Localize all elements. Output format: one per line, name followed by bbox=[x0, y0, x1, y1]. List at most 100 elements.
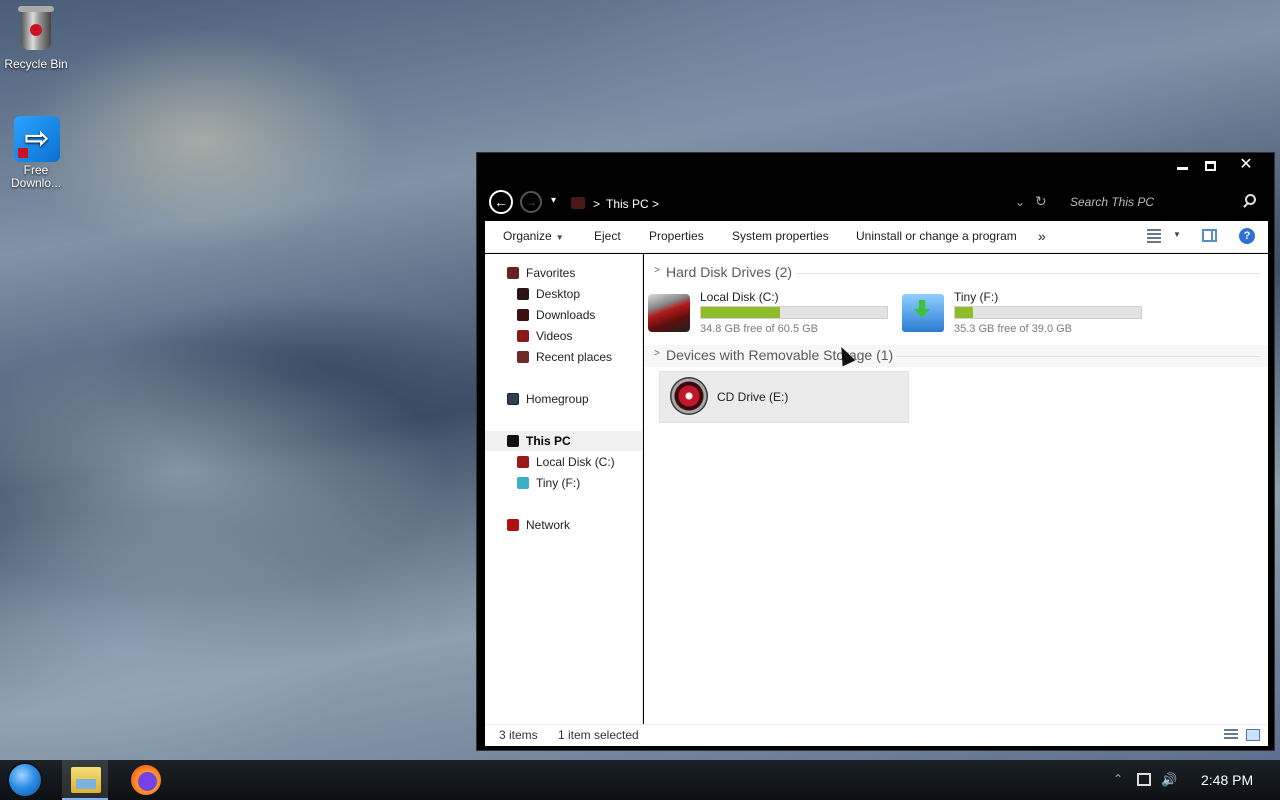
cd-drive-icon bbox=[670, 377, 708, 415]
hard-disk-icon bbox=[648, 294, 690, 332]
downloads-folder-icon bbox=[517, 309, 529, 321]
file-explorer-icon bbox=[71, 767, 101, 793]
desktop-icon-recycle-bin[interactable]: Recycle Bin bbox=[0, 6, 72, 71]
drive-cd-e[interactable]: CD Drive (E:) bbox=[659, 371, 909, 423]
nav-item-local-disk-c[interactable]: Local Disk (C:) bbox=[485, 452, 642, 472]
refresh-button[interactable]: ↻ bbox=[1035, 193, 1047, 210]
address-history-button[interactable]: ⌄ bbox=[1015, 195, 1025, 209]
desktop-icon-free-download-manager[interactable]: ⇨ Free Downlo... bbox=[0, 116, 72, 190]
command-bar: Organize ▼ Eject Properties System proper… bbox=[485, 221, 1268, 253]
preview-pane-icon[interactable] bbox=[1202, 229, 1217, 242]
status-bar: 3 items 1 item selected bbox=[485, 724, 1268, 746]
nav-item-label: This PC bbox=[526, 434, 571, 448]
title-bar[interactable]: ✕ bbox=[477, 153, 1274, 177]
taskbar: ⌃ 🔊 2:48 PM bbox=[0, 760, 1280, 800]
eject-button[interactable]: Eject bbox=[594, 221, 621, 253]
nav-item-videos[interactable]: Videos bbox=[485, 326, 642, 346]
usb-drive-icon bbox=[902, 294, 944, 332]
help-icon[interactable]: ? bbox=[1239, 228, 1255, 244]
search-icon[interactable] bbox=[1245, 194, 1256, 205]
system-properties-button[interactable]: System properties bbox=[732, 221, 829, 253]
recycle-bin-label: Recycle Bin bbox=[4, 57, 68, 71]
nav-item-label: Network bbox=[526, 518, 571, 532]
back-button[interactable]: ← bbox=[489, 190, 513, 214]
computer-icon bbox=[571, 197, 585, 209]
close-button[interactable]: ✕ bbox=[1231, 155, 1261, 175]
clock[interactable]: 2:48 PM bbox=[1201, 772, 1253, 788]
nav-item-label: Favorites bbox=[526, 266, 576, 280]
desktop-folder-icon bbox=[517, 288, 529, 300]
forward-arrow-icon: → bbox=[525, 195, 537, 209]
maximize-icon bbox=[1204, 161, 1216, 172]
group-header-hard-disk-drives[interactable]: > Hard Disk Drives (2) bbox=[644, 262, 1268, 284]
organize-button[interactable]: Organize ▼ bbox=[503, 221, 564, 253]
close-icon: ✕ bbox=[1239, 156, 1253, 173]
change-view-icon[interactable] bbox=[1147, 229, 1161, 243]
item-count: 3 items bbox=[499, 728, 538, 742]
chevron-down-icon: ⌄ bbox=[1015, 195, 1026, 209]
drive-local-disk-c[interactable]: Local Disk (C:) 34.8 GB free of 60.5 GB bbox=[644, 290, 894, 340]
videos-folder-icon bbox=[517, 330, 529, 342]
nav-item-this-pc[interactable]: This PC bbox=[485, 431, 642, 451]
nav-item-label: Homegroup bbox=[526, 392, 589, 406]
drive-tiny-f[interactable]: Tiny (F:) 35.3 GB free of 39.0 GB bbox=[898, 290, 1148, 340]
hard-disk-icon bbox=[517, 456, 529, 468]
favorites-star-icon bbox=[507, 267, 519, 279]
nav-item-downloads[interactable]: Downloads bbox=[485, 305, 642, 325]
group-title: Devices with Removable Storage (1) bbox=[666, 347, 894, 363]
nav-item-network[interactable]: Network bbox=[485, 515, 642, 535]
uninstall-program-button[interactable]: Uninstall or change a program bbox=[856, 221, 1017, 253]
nav-item-homegroup[interactable]: Homegroup bbox=[485, 389, 642, 409]
volume-icon[interactable]: 🔊 bbox=[1161, 772, 1177, 788]
recent-locations-button[interactable]: ▾ bbox=[551, 195, 556, 206]
taskbar-firefox[interactable] bbox=[123, 760, 169, 800]
breadcrumb-this-pc[interactable]: This PC bbox=[606, 197, 649, 211]
large-icons-view-icon[interactable] bbox=[1246, 729, 1260, 741]
group-divider bbox=[796, 273, 1260, 274]
group-header-removable-storage[interactable]: > Devices with Removable Storage (1) bbox=[644, 345, 1268, 367]
breadcrumb-separator[interactable]: > bbox=[652, 197, 659, 211]
nav-item-label: Local Disk (C:) bbox=[536, 455, 615, 469]
navigation-pane: Favorites Desktop Downloads Videos Recen… bbox=[485, 254, 643, 724]
group-title: Hard Disk Drives (2) bbox=[666, 264, 793, 280]
homegroup-icon bbox=[507, 393, 519, 405]
show-hidden-icons-button[interactable]: ⌃ bbox=[1113, 772, 1123, 786]
computer-icon bbox=[507, 435, 519, 447]
chevron-down-icon: ▾ bbox=[551, 195, 557, 206]
view-options-caret[interactable]: ▼ bbox=[1173, 230, 1181, 239]
nav-item-favorites[interactable]: Favorites bbox=[485, 263, 642, 283]
start-orb-icon[interactable] bbox=[7, 762, 43, 798]
drive-name: Local Disk (C:) bbox=[700, 290, 779, 304]
nav-item-label: Recent places bbox=[536, 350, 613, 364]
maximize-button[interactable] bbox=[1195, 155, 1225, 175]
nav-item-label: Desktop bbox=[536, 287, 581, 301]
more-commands-button[interactable]: » bbox=[1038, 221, 1046, 253]
capacity-bar bbox=[954, 306, 1142, 319]
capacity-fill bbox=[955, 307, 973, 318]
drive-name: CD Drive (E:) bbox=[717, 390, 789, 404]
capacity-fill bbox=[701, 307, 781, 318]
properties-button[interactable]: Properties bbox=[649, 221, 704, 253]
forward-button[interactable]: → bbox=[520, 191, 542, 213]
drive-free-space: 35.3 GB free of 39.0 GB bbox=[954, 323, 1073, 335]
details-view-icon[interactable] bbox=[1224, 729, 1238, 741]
taskbar-file-explorer[interactable] bbox=[62, 760, 108, 800]
breadcrumb-separator[interactable]: > bbox=[593, 197, 600, 211]
free-download-manager-label: Free Downlo... bbox=[11, 163, 62, 190]
navigation-bar: ← → ▾ > This PC > ⌄ ↻ bbox=[477, 177, 1274, 221]
nav-item-tiny-f[interactable]: Tiny (F:) bbox=[485, 473, 642, 493]
nav-item-label: Tiny (F:) bbox=[536, 476, 581, 490]
minimize-button[interactable] bbox=[1167, 155, 1197, 175]
network-tray-icon[interactable] bbox=[1137, 773, 1151, 786]
organize-label: Organize bbox=[503, 229, 552, 243]
chevron-right-icon: > bbox=[654, 348, 660, 359]
usb-drive-icon bbox=[517, 477, 529, 489]
refresh-icon: ↻ bbox=[1035, 193, 1047, 209]
recycle-bin-icon bbox=[14, 6, 58, 54]
nav-item-recent-places[interactable]: Recent places bbox=[485, 347, 642, 367]
explorer-window: ✕ ← → ▾ > This PC > ⌄ ↻ Organize▼ Eject … bbox=[476, 152, 1275, 751]
search-input[interactable] bbox=[1065, 190, 1261, 214]
content-pane: > Hard Disk Drives (2) Local Disk (C:) 3… bbox=[644, 254, 1268, 724]
selection-count: 1 item selected bbox=[558, 728, 639, 742]
nav-item-desktop[interactable]: Desktop bbox=[485, 284, 642, 304]
